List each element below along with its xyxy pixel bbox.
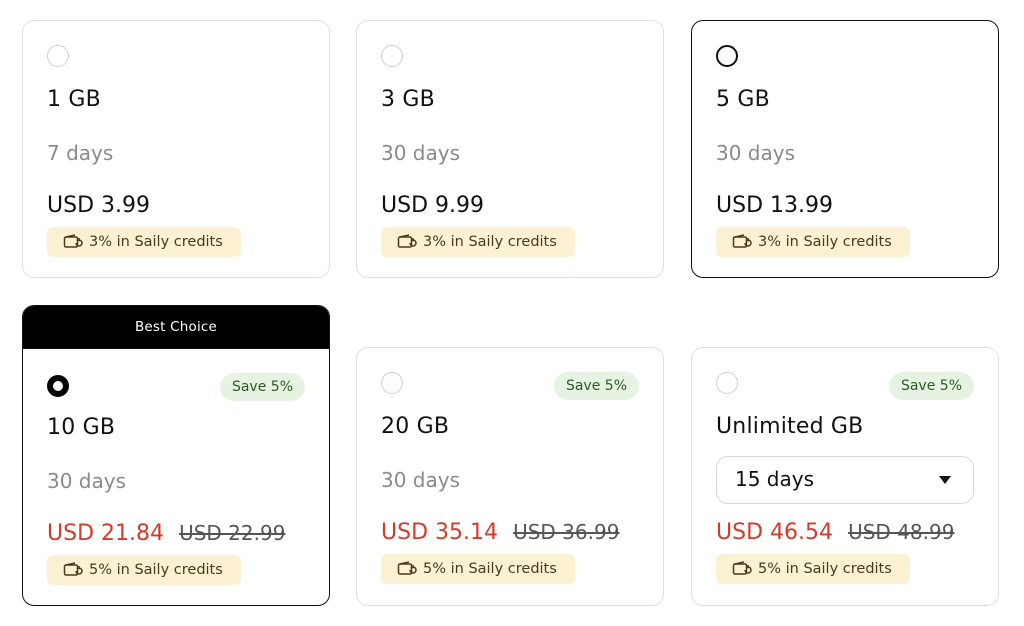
original-price: USD 22.99 <box>179 521 286 545</box>
credits-label: 3% in Saily credits <box>89 234 223 250</box>
credits-label: 3% in Saily credits <box>423 234 557 250</box>
plan-card-20gb[interactable]: Save 5% 20 GB 30 days USD 35.14 USD 36.9… <box>356 347 664 606</box>
plan-duration: 30 days <box>381 141 461 165</box>
credits-badge: 3% in Saily credits <box>381 227 575 257</box>
credits-badge: 3% in Saily credits <box>47 227 241 257</box>
plan-data-amount: 3 GB <box>381 87 435 112</box>
plan-data-amount: Unlimited GB <box>716 414 864 439</box>
credits-label: 5% in Saily credits <box>758 561 892 577</box>
plan-data-amount: 1 GB <box>47 87 101 112</box>
price-row: USD 46.54 USD 48.99 <box>716 520 954 545</box>
plan-data-amount: 10 GB <box>47 415 116 440</box>
caret-down-icon <box>939 476 951 484</box>
credits-badge: 5% in Saily credits <box>381 554 575 584</box>
plan-price: USD 3.99 <box>47 193 150 218</box>
plan-card-1gb[interactable]: 1 GB 7 days USD 3.99 3% in Saily credits <box>22 20 330 278</box>
duration-select[interactable]: 15 days <box>716 456 974 504</box>
price-row: USD 35.14 USD 36.99 <box>381 520 619 545</box>
original-price: USD 48.99 <box>848 520 955 544</box>
plan-radio[interactable] <box>47 45 69 67</box>
save-badge: Save 5% <box>553 372 639 400</box>
wallet-refresh-icon <box>732 234 752 248</box>
plan-card-unlimited[interactable]: Save 5% Unlimited GB 15 days USD 46.54 U… <box>691 347 999 606</box>
plan-card-5gb[interactable]: 5 GB 30 days USD 13.99 3% in Saily credi… <box>691 20 999 278</box>
plan-radio[interactable] <box>716 45 738 67</box>
plan-card-10gb[interactable]: Best Choice Save 5% 10 GB 30 days USD 21… <box>22 305 330 606</box>
duration-select-value: 15 days <box>735 467 815 491</box>
credits-badge: 3% in Saily credits <box>716 227 910 257</box>
plan-price: USD 13.99 <box>716 193 833 218</box>
plan-radio[interactable] <box>47 375 69 397</box>
wallet-refresh-icon <box>63 562 83 576</box>
plan-grid: 1 GB 7 days USD 3.99 3% in Saily credits… <box>0 0 1024 626</box>
plan-radio[interactable] <box>716 372 738 394</box>
price-row: USD 3.99 <box>47 193 150 218</box>
wallet-refresh-icon <box>63 234 83 248</box>
save-badge: Save 5% <box>219 373 305 401</box>
price-row: USD 21.84 USD 22.99 <box>47 521 285 546</box>
credits-label: 5% in Saily credits <box>423 561 557 577</box>
credits-label: 5% in Saily credits <box>89 562 223 578</box>
plan-duration: 30 days <box>381 468 461 492</box>
wallet-refresh-icon <box>732 561 752 575</box>
plan-price: USD 35.14 <box>381 520 498 545</box>
credits-badge: 5% in Saily credits <box>47 555 241 585</box>
best-choice-banner: Best Choice <box>23 306 329 349</box>
plan-duration: 30 days <box>716 141 796 165</box>
wallet-refresh-icon <box>397 234 417 248</box>
plan-price: USD 9.99 <box>381 193 484 218</box>
save-badge: Save 5% <box>888 372 974 400</box>
price-row: USD 13.99 <box>716 193 833 218</box>
wallet-refresh-icon <box>397 561 417 575</box>
price-row: USD 9.99 <box>381 193 484 218</box>
credits-badge: 5% in Saily credits <box>716 554 910 584</box>
plan-radio[interactable] <box>381 372 403 394</box>
plan-price: USD 21.84 <box>47 521 164 546</box>
plan-data-amount: 20 GB <box>381 414 450 439</box>
plan-radio[interactable] <box>381 45 403 67</box>
plan-price: USD 46.54 <box>716 520 833 545</box>
credits-label: 3% in Saily credits <box>758 234 892 250</box>
plan-data-amount: 5 GB <box>716 87 770 112</box>
plan-card-3gb[interactable]: 3 GB 30 days USD 9.99 3% in Saily credit… <box>356 20 664 278</box>
plan-duration: 30 days <box>47 469 127 493</box>
plan-duration: 7 days <box>47 141 114 165</box>
original-price: USD 36.99 <box>513 520 620 544</box>
